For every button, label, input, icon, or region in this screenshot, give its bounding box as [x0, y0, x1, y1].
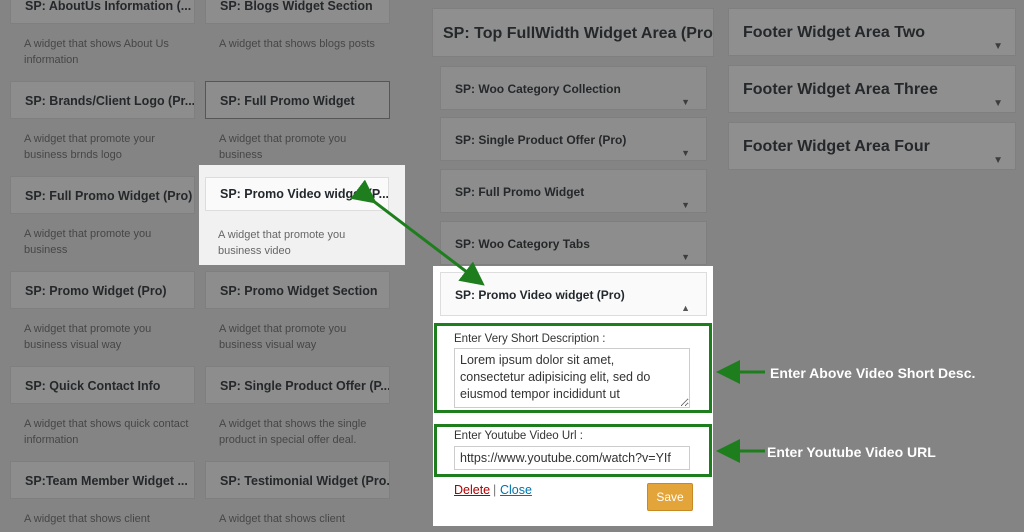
url-annotation: Enter Youtube Video URL [767, 444, 936, 460]
desc-annotation: Enter Above Video Short Desc. [770, 365, 976, 381]
drag-arrow [350, 179, 485, 286]
